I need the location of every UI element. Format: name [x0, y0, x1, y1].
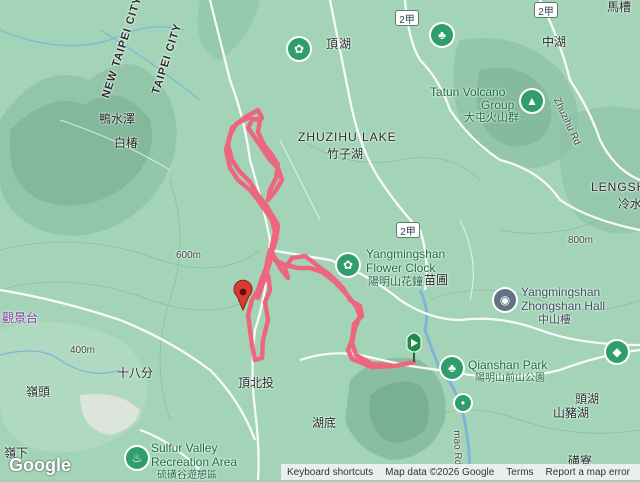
dinghu-label: 頂湖 — [326, 37, 353, 51]
toupu-label: 頭湖 — [575, 392, 600, 406]
map-data-text: Map data ©2026 Google — [385, 466, 495, 478]
zhongshan-zh-label: 中山樓 — [538, 314, 571, 326]
flower-clock-poi-icon[interactable]: ✿ — [337, 254, 359, 276]
lengshu-zh-label: 冷水 — [618, 197, 640, 211]
qianshan-zh-label: 陽明山前山公園 — [475, 373, 545, 384]
sulfur-en-label-1: Sulfur Valley — [151, 441, 218, 455]
zhuzihu-en-label: ZHUZIHU LAKE — [298, 130, 397, 144]
mahuang-label: 馬槽 — [607, 0, 632, 14]
miaopu-label: 苗圃 — [424, 273, 449, 287]
elevation-label: 600m — [176, 250, 202, 261]
flower-clock-en-label-1: Yangmingshan — [366, 247, 446, 261]
map-footer: Keyboard shortcuts Map data ©2026 Google… — [281, 464, 640, 480]
shibafen-label: 十八分 — [117, 366, 154, 380]
sulfur-poi-icon[interactable]: ♨ — [126, 447, 148, 469]
tatun-zh-label: 大屯火山群 — [464, 112, 519, 124]
sulfur-en-label-2: Recreation Area — [151, 455, 238, 469]
terms-link[interactable]: Terms — [500, 467, 539, 478]
zhongshan-en-label-1: Yangmingshan — [521, 285, 601, 299]
keyboard-shortcuts-link[interactable]: Keyboard shortcuts — [281, 467, 379, 478]
hudi-label: 湖底 — [312, 416, 337, 430]
elevation-label: 400m — [70, 345, 96, 356]
lengshu-label: LENGSH — [591, 180, 640, 194]
zhuzihu-zh-label: 竹子湖 — [327, 147, 364, 161]
poi-icon-right-bottom[interactable]: • — [455, 395, 471, 411]
poi-icon-right[interactable]: ◆ — [606, 341, 628, 363]
road-shield: 2甲 — [395, 10, 419, 26]
park-poi-icon-2[interactable]: ♣ — [431, 24, 453, 46]
hall-poi-icon[interactable]: ◉ — [494, 289, 516, 311]
road-shield: 2甲 — [396, 222, 420, 238]
flower-poi-icon[interactable]: ✿ — [288, 38, 310, 60]
flower-clock-zh-label: 陽明山花鐘 — [368, 276, 423, 288]
mountain-poi-icon[interactable]: ▲ — [521, 90, 543, 112]
elevation-label: 800m — [568, 235, 594, 246]
google-logo: Google — [9, 455, 71, 475]
tatun-en-label-2: Group — [481, 98, 515, 112]
park-poi-icon[interactable]: ♣ — [441, 357, 463, 379]
sulfur-zh-label: 硫磺谷遊憩區 — [157, 470, 217, 481]
zhonghu-label: 中湖 — [542, 35, 567, 49]
dingbeitou-label: 頂北投 — [238, 376, 275, 390]
zhongshan-en-label-2: Zhongshan Hall — [521, 299, 606, 313]
road-shield: 2甲 — [534, 2, 558, 18]
yangjin-road-label: mao Rd — [451, 430, 464, 466]
yashuize-label: 鴨水澤 — [99, 112, 136, 126]
qianshan-en-label: Qianshan Park — [468, 358, 548, 372]
baiyi-label: 白椿 — [114, 136, 139, 150]
lingtou-label: 嶺頭 — [26, 385, 51, 399]
map-canvas[interactable] — [0, 0, 640, 480]
guanjingtai-label: 觀景台 — [2, 311, 39, 325]
report-error-link[interactable]: Report a map error — [540, 467, 636, 478]
